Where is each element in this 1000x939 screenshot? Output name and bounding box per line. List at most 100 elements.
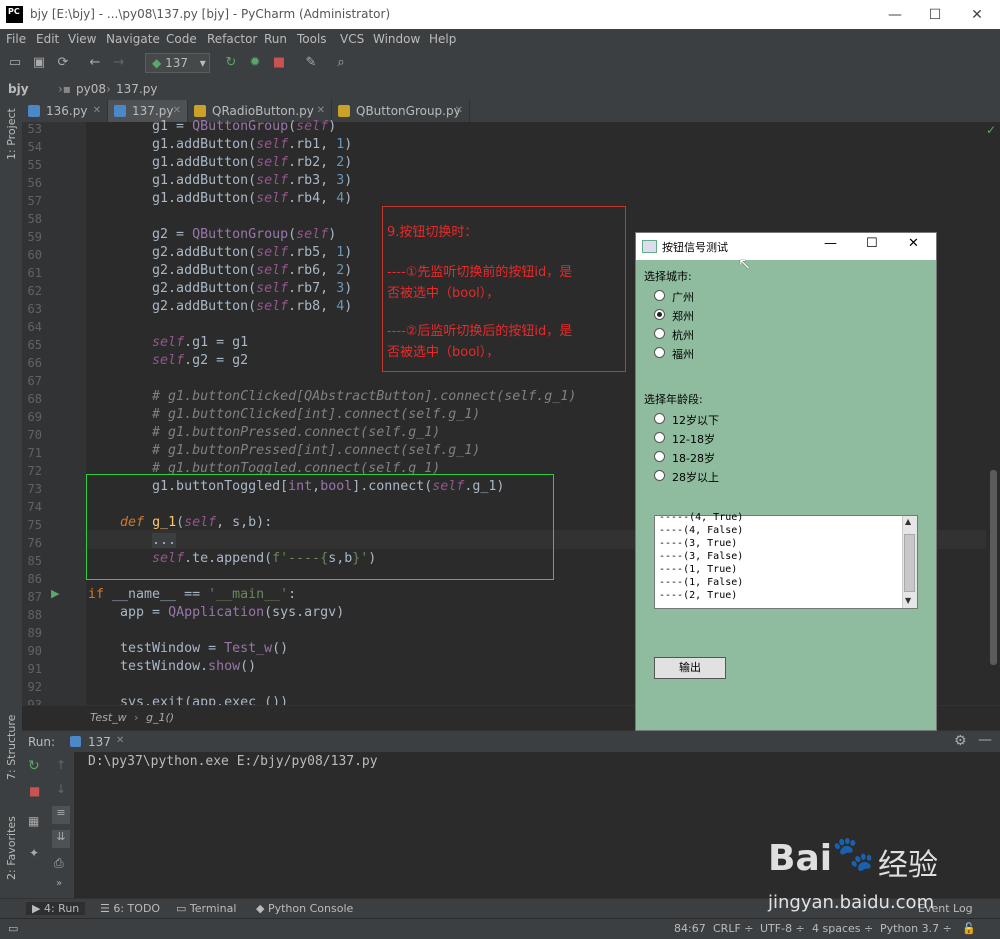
city-radio-fuzhou[interactable] [654,347,665,358]
run-config-select[interactable]: ◆ 137 ▾ [145,53,210,73]
more-icon[interactable]: » [56,878,62,889]
city-option-label: 郑州 [672,310,694,323]
line-number: 54 [27,140,42,154]
back-icon[interactable]: ← [86,55,104,71]
open-icon[interactable]: ▭ [6,55,24,71]
favorites-tool-tab[interactable]: 2: Favorites [5,816,18,880]
settings-wrench-icon[interactable]: ✎ [302,55,320,71]
soft-wrap-icon[interactable]: ≡ [52,806,70,824]
city-radio-guangzhou[interactable] [654,290,665,301]
stop-icon[interactable]: ■ [29,784,40,798]
line-number: 91 [27,662,42,676]
project-tool-tab[interactable]: 1: Project [5,108,18,160]
print-icon[interactable]: ⎙ [54,856,64,871]
qt-minimize-button[interactable]: — [824,236,837,251]
menu-refactor[interactable]: Refactor [207,32,257,46]
annotation-box: 9.按钮切换时： ----①先监听切换前的按钮id，是 否被选中（bool）， … [382,206,626,372]
status-line-separator[interactable]: CRLF ÷ [713,922,754,935]
layout-icon[interactable]: ▦ [28,814,39,828]
line-number: 93 [27,698,42,705]
minimize-button[interactable]: — [880,4,910,26]
line-number: 60 [27,248,42,262]
qt-window-title: 按钮信号测试 [662,241,728,254]
age-radio-over-28[interactable] [654,470,665,481]
todo-tool-tab[interactable]: ☰ 6: TODO [100,902,160,915]
menu-file[interactable]: File [6,32,26,46]
age-radio-12-18[interactable] [654,432,665,443]
age-label: 选择年龄段: [644,393,703,406]
run-gutter-icon[interactable]: ▶ [51,587,59,600]
status-interpreter[interactable]: Python 3.7 ÷ [880,922,952,935]
stop-icon[interactable]: ■ [270,55,288,71]
menu-bar: File Edit View Navigate Code Refactor Ru… [0,29,1000,49]
line-number: 88 [27,608,42,622]
city-radio-hangzhou[interactable] [654,328,665,339]
run-tab[interactable]: 137 [88,735,111,749]
maximize-button[interactable]: ☐ [920,4,950,26]
age-radio-18-28[interactable] [654,451,665,462]
run-console[interactable]: D:\py37\python.exe E:/bjy/py08/137.py [74,752,1000,898]
qt-close-button[interactable]: ✕ [908,236,919,251]
python-console-tool-tab[interactable]: ◆ Python Console [256,902,353,915]
menu-help[interactable]: Help [429,32,456,46]
window-title-bar: PC bjy [E:\bjy] - ...\py08\137.py [bjy] … [0,0,1000,29]
status-caret-position[interactable]: 84:67 [674,922,706,935]
output-button[interactable]: 输出 [654,657,726,679]
log-text-edit[interactable]: -----(4, True) ----(4, False) ----(3, Tr… [654,512,918,609]
menu-view[interactable]: View [68,32,96,46]
qt-maximize-button[interactable]: ☐ [866,236,878,251]
scroll-down-arrow-icon[interactable]: ▼ [905,596,911,605]
gear-icon[interactable]: ⚙ [954,733,967,749]
menu-code[interactable]: Code [166,32,197,46]
pycharm-logo: PC [6,6,23,23]
line-number: 65 [27,338,42,352]
line-number: 55 [27,158,42,172]
log-line: ----(3, True) [659,538,738,549]
qt-title-bar: 按钮信号测试 — ☐ ✕ [636,233,936,260]
editor-breadcrumb-class[interactable]: Test_w [90,711,127,724]
tab-qbuttongroup-py[interactable]: QButtonGroup.py ✕ [332,100,470,122]
status-encoding[interactable]: UTF-8 ÷ [760,922,805,935]
pin-icon[interactable]: ✦ [29,846,39,860]
minimize-panel-icon[interactable]: — [978,732,992,748]
save-icon[interactable]: ▣ [30,55,48,71]
city-radio-zhengzhou[interactable] [654,309,665,320]
scroll-up-arrow-icon[interactable]: ▲ [905,517,911,526]
editor-breadcrumb-method[interactable]: g_1() [146,711,174,724]
terminal-tool-tab[interactable]: ▭ Terminal [176,902,236,915]
down-arrow-icon[interactable]: ↓ [56,782,66,796]
rerun-icon[interactable]: ↻ [222,55,240,71]
run-tool-tab[interactable]: ▶ 4: Run [26,902,86,915]
breadcrumb-project[interactable]: bjy [8,82,29,96]
close-run-tab-icon[interactable]: ✕ [116,735,124,746]
age-option-label: 12-18岁 [672,433,715,446]
line-number: 57 [27,194,42,208]
log-scroll-thumb[interactable] [904,534,915,592]
log-scrollbar[interactable]: ▲ ▼ [902,516,917,608]
age-radio-under-12[interactable] [654,413,665,424]
status-indent[interactable]: 4 spaces ÷ [812,922,873,935]
menu-vcs[interactable]: VCS [340,32,364,46]
menu-navigate[interactable]: Navigate [106,32,160,46]
log-line: ----(4, False) [659,525,744,536]
menu-tools[interactable]: Tools [297,32,327,46]
rerun-icon[interactable]: ↻ [28,758,40,774]
forward-icon[interactable]: → [110,55,128,71]
menu-window[interactable]: Window [373,32,420,46]
sync-icon[interactable]: ⟳ [54,55,72,71]
breadcrumb-file[interactable]: 137.py [116,82,157,96]
lock-icon[interactable]: 🔓 [962,922,976,935]
close-button[interactable]: ✕ [962,4,992,26]
menu-edit[interactable]: Edit [36,32,59,46]
status-layout-icon[interactable]: ▭ [8,922,18,935]
search-icon[interactable]: ⌕ [332,55,350,71]
scroll-end-icon[interactable]: ⇊ [52,830,70,848]
editor-scroll-thumb[interactable] [990,470,997,665]
city-option-label: 福州 [672,348,694,361]
breadcrumb-folder[interactable]: py08 [76,82,106,96]
up-arrow-icon[interactable]: ↑ [56,758,66,772]
debug-icon[interactable]: ✹ [246,55,264,71]
menu-run[interactable]: Run [264,32,287,46]
structure-tool-tab[interactable]: 7: Structure [5,715,18,780]
line-number: 70 [27,428,42,442]
